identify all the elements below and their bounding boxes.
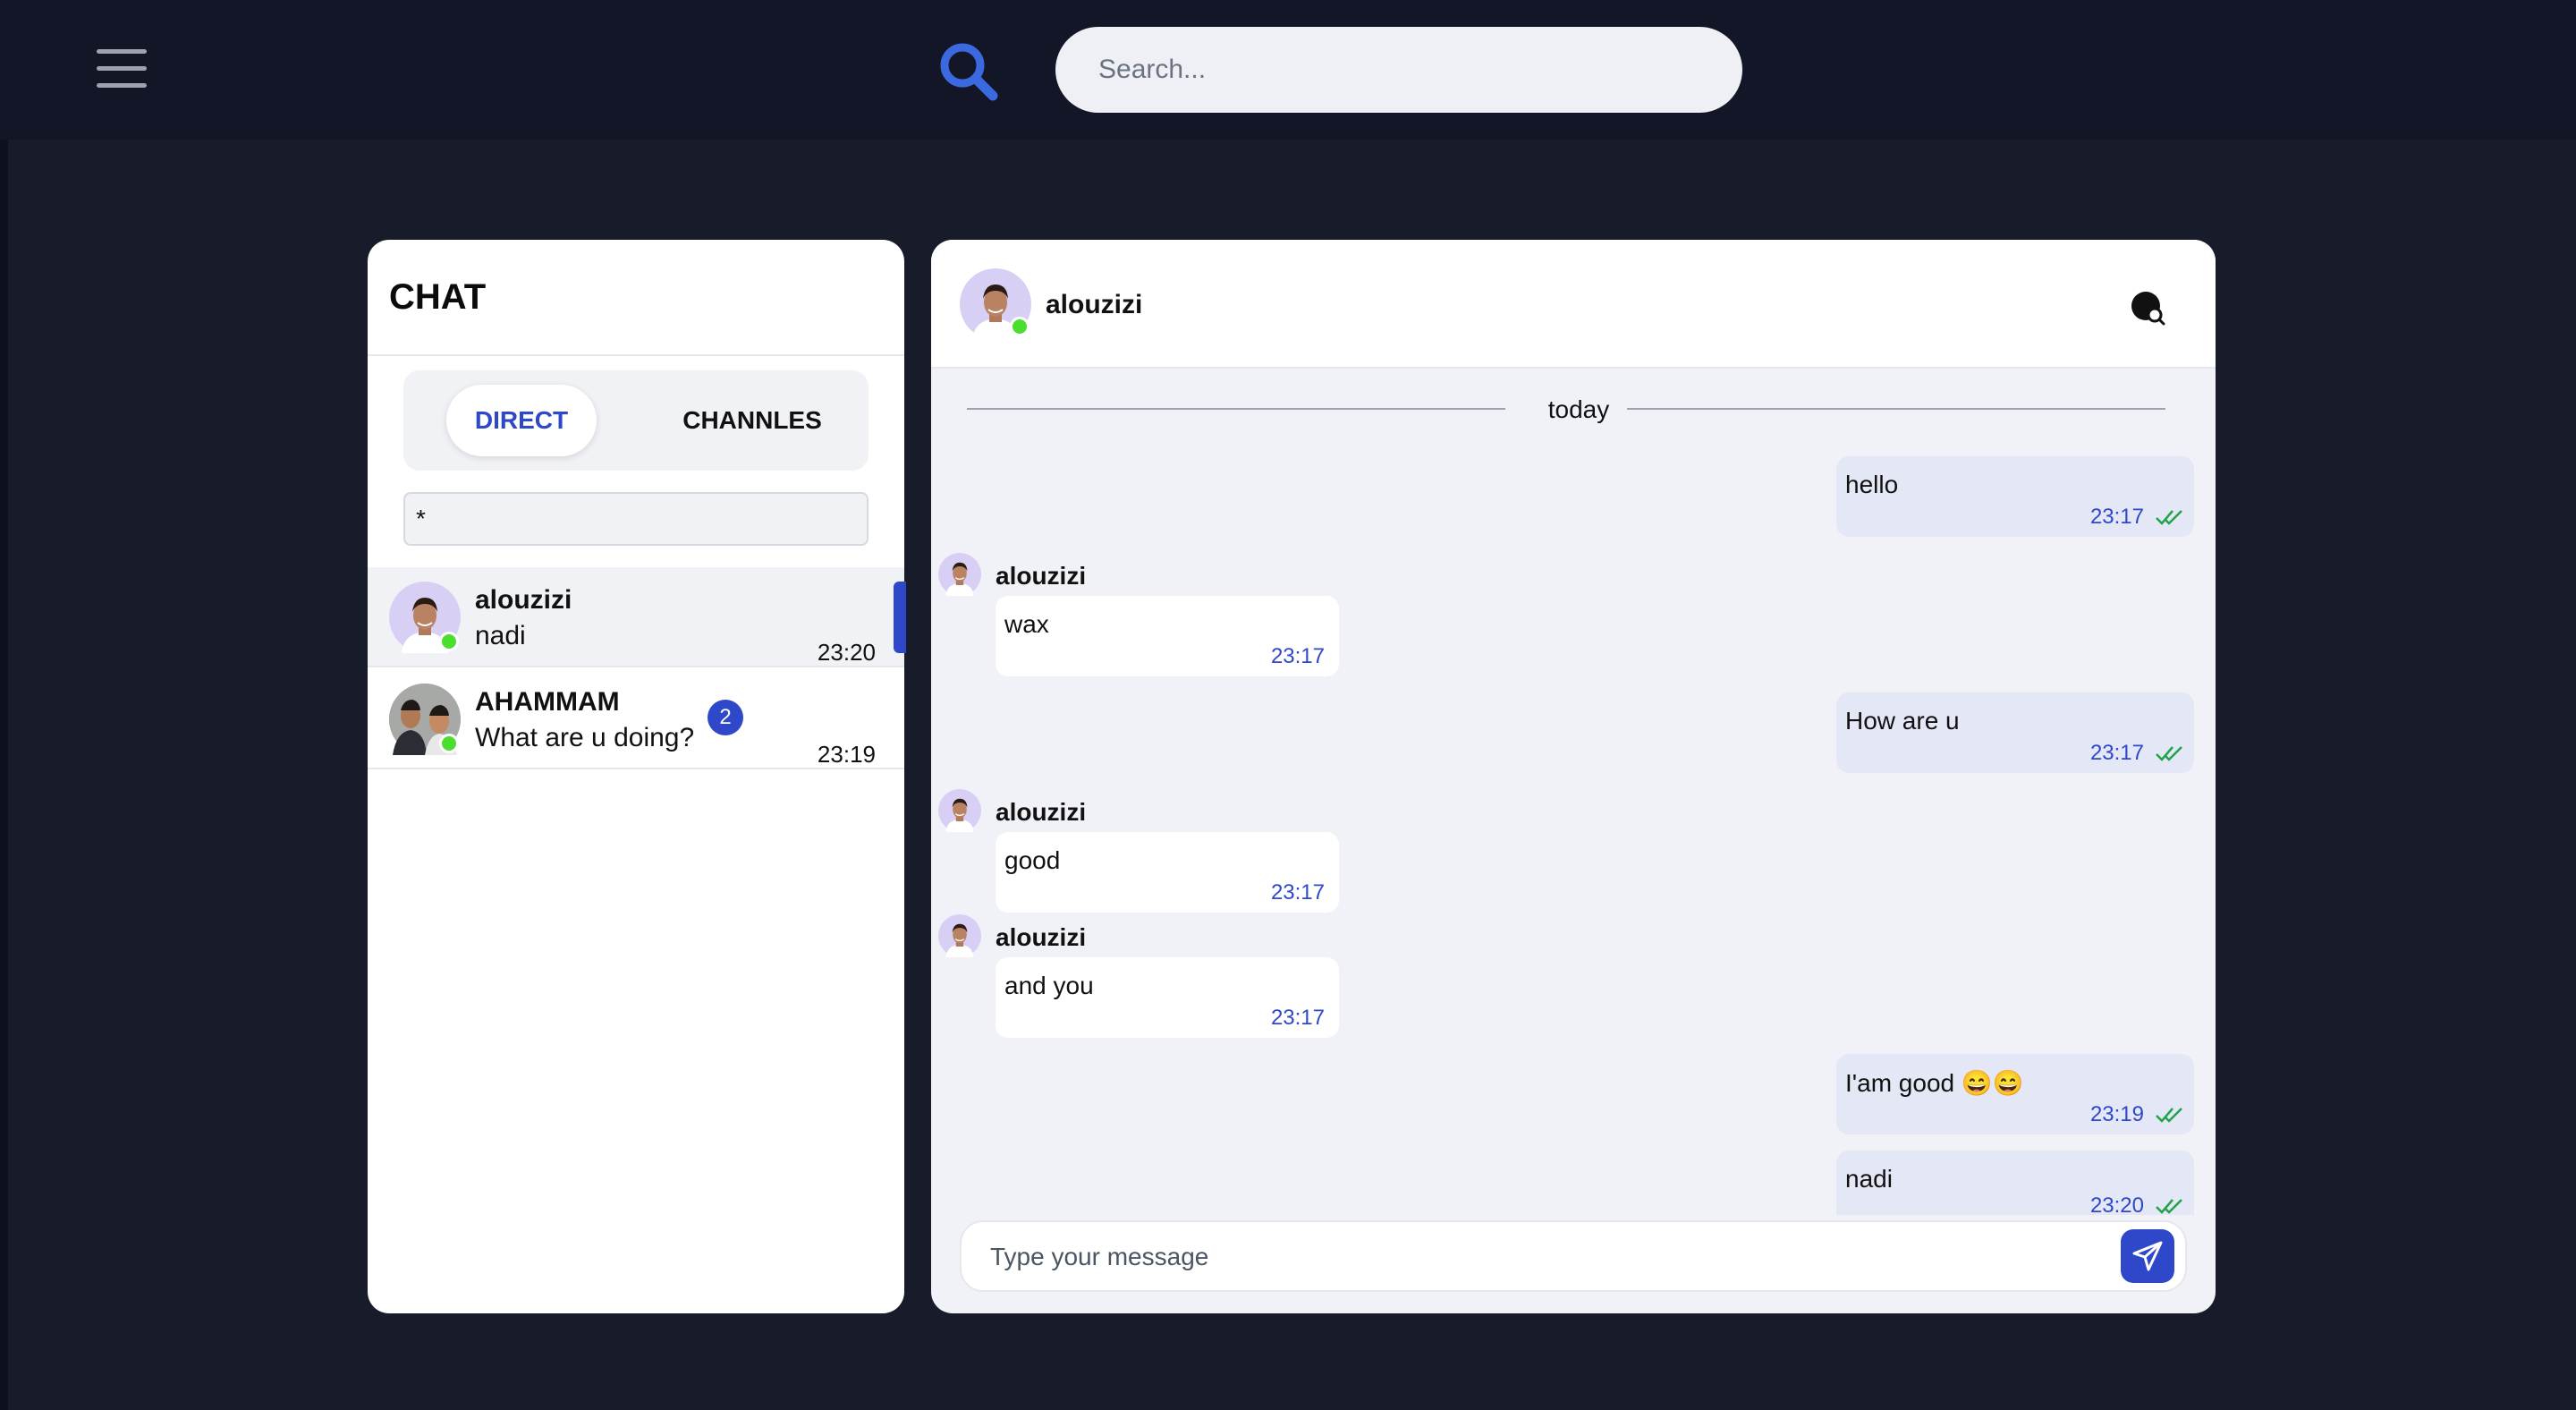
message-text: wax (1004, 610, 1049, 638)
incoming-message: and you 23:17 (996, 957, 1339, 1038)
divider (368, 354, 904, 356)
outgoing-message: hello 23:17 (1836, 456, 2194, 537)
send-icon (2132, 1241, 2163, 1271)
chat-list-panel: CHAT DIRECT CHANNLES alouzizi nadi 23:20… (368, 240, 904, 1313)
conversation-item[interactable]: AHAMMAM What are u doing? 2 23:19 (368, 669, 904, 769)
message-input[interactable] (988, 1233, 2065, 1281)
chat-type-tabs: DIRECT CHANNLES (403, 370, 869, 471)
outgoing-message: I'am good 😄😄 23:19 (1836, 1054, 2194, 1134)
message-text: good (1004, 846, 1061, 874)
sender-name: alouzizi (996, 562, 1087, 590)
conversation-last-message: nadi (475, 621, 526, 650)
incoming-message: wax 23:17 (996, 596, 1339, 676)
day-separator-label: today (1547, 395, 1610, 423)
tab-channels[interactable]: CHANNLES (672, 385, 833, 456)
top-bar (0, 0, 2576, 140)
message-text: How are u (1845, 707, 1960, 735)
unread-count-badge: 2 (708, 700, 743, 735)
sender-avatar (938, 914, 981, 957)
message-composer (960, 1220, 2187, 1292)
message-text: nadi (1845, 1165, 1893, 1193)
online-status-dot (439, 734, 459, 753)
outgoing-message: nadi 23:20 (1836, 1151, 2194, 1215)
conversation-time: 23:19 (817, 741, 876, 768)
outgoing-message: How are u 23:17 (1836, 692, 2194, 773)
sender-avatar (938, 789, 981, 832)
message-text: I'am good 😄😄 (1845, 1069, 2024, 1097)
message-text: and you (1004, 972, 1094, 999)
online-status-dot (1010, 317, 1030, 336)
conversation-time: 23:20 (817, 639, 876, 666)
message-time: 23:17 (2089, 505, 2144, 529)
hamburger-menu-icon[interactable] (97, 49, 147, 89)
double-check-icon (2155, 1198, 2183, 1214)
message-time: 23:20 (2089, 1193, 2144, 1215)
message-time: 23:17 (1270, 1006, 1325, 1030)
sender-name: alouzizi (996, 923, 1087, 951)
conversation-panel: alouzizi today hello 23:17 alouzizi wax … (931, 240, 2216, 1313)
tab-direct[interactable]: DIRECT (446, 385, 597, 456)
message-text: hello (1845, 471, 1899, 498)
search-input[interactable] (1055, 27, 1742, 113)
conversation-filter-input[interactable] (403, 492, 869, 546)
conversation-name: alouzizi (475, 585, 572, 615)
online-status-dot (439, 632, 459, 651)
conversation-header: alouzizi (931, 240, 2216, 369)
send-button[interactable] (2121, 1229, 2174, 1283)
search-icon[interactable] (937, 40, 998, 101)
message-time: 23:19 (2089, 1102, 2144, 1126)
double-check-icon (2155, 745, 2183, 761)
divider (967, 408, 1505, 410)
message-time: 23:17 (1270, 880, 1325, 905)
double-check-icon (2155, 1107, 2183, 1123)
conversation-name: AHAMMAM (475, 687, 620, 717)
sender-name: alouzizi (996, 798, 1087, 826)
divider (1627, 408, 2165, 410)
divider (368, 768, 904, 769)
conversation-last-message: What are u doing? (475, 723, 695, 752)
divider (368, 666, 904, 667)
double-check-icon (2155, 509, 2183, 525)
sender-avatar (938, 553, 981, 596)
conversation-item[interactable]: alouzizi nadi 23:20 (368, 567, 904, 667)
active-conversation-indicator (894, 582, 906, 653)
incoming-message: good 23:17 (996, 832, 1339, 913)
contact-name[interactable]: alouzizi (1046, 290, 1142, 320)
user-search-icon[interactable] (2130, 290, 2165, 326)
chat-panel-title: CHAT (389, 277, 487, 317)
message-time: 23:17 (1270, 644, 1325, 668)
window-edge (0, 0, 8, 1410)
message-time: 23:17 (2089, 741, 2144, 765)
